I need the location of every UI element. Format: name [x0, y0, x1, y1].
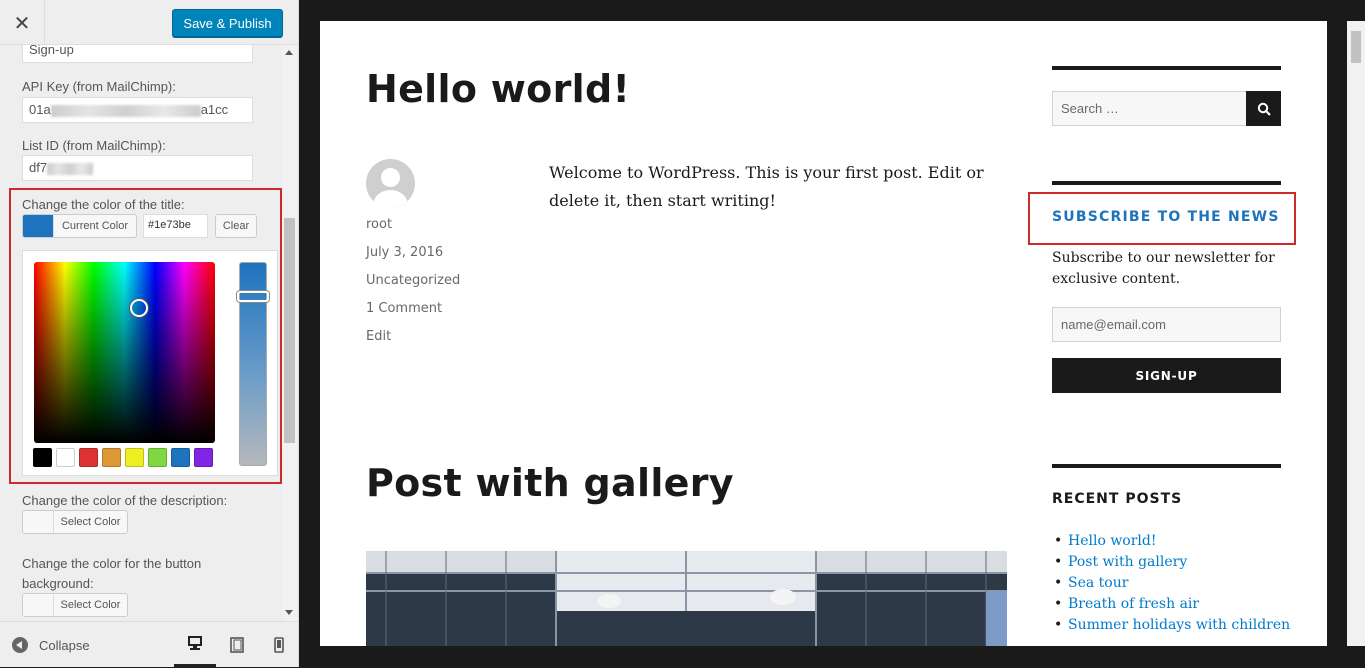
button-text-field[interactable]: Sign-up — [22, 45, 253, 63]
palette-swatch[interactable] — [56, 448, 75, 467]
collapse-button[interactable]: Collapse — [39, 638, 90, 653]
recent-post-link[interactable]: Breath of fresh air — [1052, 594, 1290, 615]
select-color-label: Select Color — [53, 511, 127, 533]
clear-color-button[interactable]: Clear — [215, 214, 257, 238]
redacted-blur — [50, 104, 201, 117]
palette-swatch[interactable] — [148, 448, 167, 467]
palette-swatch[interactable] — [102, 448, 121, 467]
widget-divider — [1052, 66, 1281, 70]
api-key-suffix: a1cc — [200, 102, 229, 117]
post-comments[interactable]: 1 Comment — [366, 301, 442, 316]
close-icon[interactable]: ✕ — [0, 0, 45, 45]
recent-post-link[interactable]: Hello world! — [1052, 531, 1290, 552]
search-input[interactable]: Search … — [1052, 91, 1247, 126]
preview-scrollbar-thumb[interactable] — [1351, 31, 1361, 63]
save-publish-button[interactable]: Save & Publish — [172, 9, 283, 37]
button-bg-color-label-2: background: — [22, 576, 94, 591]
email-field[interactable]: name@email.com — [1052, 307, 1281, 342]
hex-color-input[interactable]: #1e73be — [143, 214, 208, 238]
description-color-button[interactable]: Select Color — [22, 510, 128, 534]
post-title[interactable]: Hello world! — [366, 67, 630, 111]
customizer-header: ✕ Save & Publish — [0, 0, 298, 45]
post-edit-link[interactable]: Edit — [366, 329, 391, 344]
widget-divider — [1052, 464, 1281, 468]
preview-scrollbar[interactable] — [1347, 21, 1365, 646]
recent-post-link[interactable]: Sea tour — [1052, 573, 1290, 594]
panel-scrollbar-thumb[interactable] — [284, 218, 295, 443]
button-bg-color-label: Change the color for the button — [22, 556, 202, 571]
saturation-handle[interactable] — [130, 299, 148, 317]
redacted-blur — [47, 162, 94, 175]
hue-slider-handle[interactable] — [237, 291, 269, 302]
post-content: Welcome to WordPress. This is your first… — [549, 163, 984, 210]
collapse-arrow-icon[interactable] — [12, 637, 28, 653]
post-author[interactable]: root — [366, 217, 392, 232]
api-key-field[interactable]: 01a a1cc — [22, 97, 253, 123]
palette-swatch[interactable] — [79, 448, 98, 467]
desktop-icon[interactable] — [174, 622, 216, 668]
post-category[interactable]: Uncategorized — [366, 273, 460, 288]
current-color-label: Current Color — [53, 215, 136, 237]
list-id-prefix: df7 — [29, 160, 48, 175]
search-icon[interactable] — [1246, 91, 1281, 126]
recent-posts-list: Hello world! Post with gallery Sea tour … — [1052, 531, 1290, 636]
site-preview: Hello world! root July 3, 2016 Uncategor… — [320, 21, 1327, 646]
list-id-field[interactable]: df7 — [22, 155, 253, 181]
recent-posts-title: RECENT POSTS — [1052, 491, 1183, 507]
scroll-up-arrow-icon[interactable] — [285, 50, 293, 55]
tablet-icon[interactable] — [216, 622, 258, 668]
palette-swatch[interactable] — [194, 448, 213, 467]
author-avatar — [366, 159, 415, 208]
color-chip — [23, 511, 53, 533]
customizer-footer: Collapse — [0, 621, 300, 668]
saturation-square[interactable] — [34, 262, 215, 443]
api-key-label: API Key (from MailChimp): — [22, 79, 176, 94]
mobile-icon[interactable] — [258, 622, 300, 668]
description-color-label: Change the color of the description: — [22, 493, 228, 508]
subscribe-description: Subscribe to our newsletter for exclusiv… — [1052, 250, 1275, 287]
post-date[interactable]: July 3, 2016 — [366, 245, 443, 260]
list-id-label: List ID (from MailChimp): — [22, 138, 166, 153]
recent-post-link[interactable]: Post with gallery — [1052, 552, 1290, 573]
palette-swatch[interactable] — [125, 448, 144, 467]
customizer-panel: ✕ Save & Publish Sign-up API Key (from M… — [0, 0, 300, 668]
current-color-button[interactable]: Current Color — [22, 214, 137, 238]
scroll-down-arrow-icon[interactable] — [285, 610, 293, 615]
gallery-image[interactable] — [366, 551, 1007, 646]
signup-button[interactable]: SIGN-UP — [1052, 358, 1281, 393]
current-color-chip — [23, 215, 53, 237]
button-bg-color-button[interactable]: Select Color — [22, 593, 128, 617]
subscribe-widget-title: SUBSCRIBE TO THE NEWS — [1052, 209, 1280, 225]
palette-swatch[interactable] — [171, 448, 190, 467]
palette-swatch[interactable] — [33, 448, 52, 467]
post-title[interactable]: Post with gallery — [366, 461, 734, 505]
recent-post-link[interactable]: Summer holidays with children — [1052, 615, 1290, 636]
select-color-label: Select Color — [53, 594, 127, 616]
widget-divider — [1052, 181, 1281, 185]
api-key-prefix: 01a — [29, 102, 51, 117]
color-picker — [22, 250, 278, 476]
color-chip — [23, 594, 53, 616]
